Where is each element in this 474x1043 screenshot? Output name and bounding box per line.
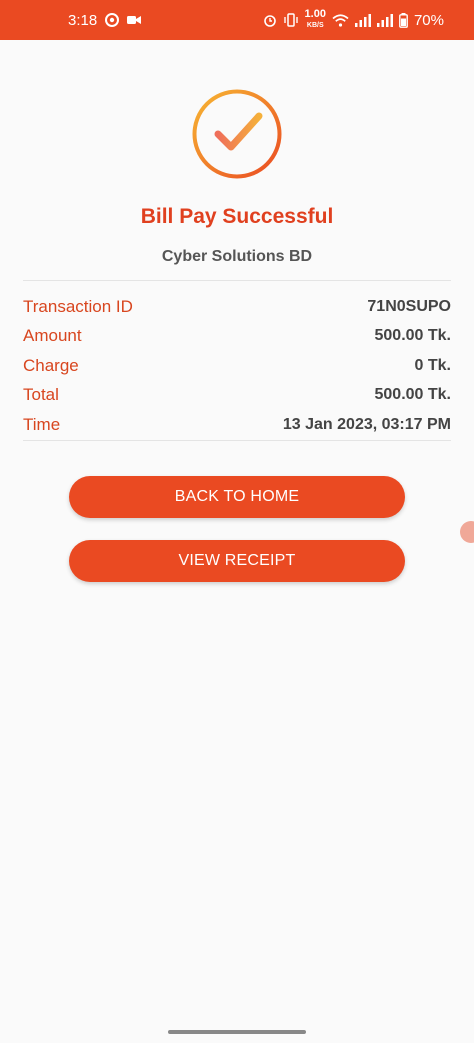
transaction-details: Transaction ID 71N0SUPO Amount 500.00 Tk… (23, 292, 451, 440)
detail-value: 71N0SUPO (367, 297, 451, 315)
view-receipt-button[interactable]: VIEW RECEIPT (69, 540, 405, 582)
divider (23, 280, 451, 281)
signal-icon (354, 13, 371, 27)
detail-row-charge: Charge 0 Tk. (23, 351, 451, 381)
page-title: Bill Pay Successful (140, 205, 334, 228)
wifi-icon (332, 13, 349, 27)
floating-edge-handle[interactable] (460, 521, 474, 543)
back-to-home-button[interactable]: BACK TO HOME (69, 476, 405, 518)
detail-value: 500.00 Tk. (374, 327, 452, 345)
detail-value: 13 Jan 2023, 03:17 PM (282, 415, 451, 433)
detail-label: Charge (23, 355, 79, 375)
detail-label: Amount (23, 326, 82, 346)
detail-row-amount: Amount 500.00 Tk. (23, 322, 451, 352)
divider (23, 440, 451, 441)
clock: 3:18 (68, 11, 98, 29)
detail-row-time: Time 13 Jan 2023, 03:17 PM (23, 410, 451, 440)
detail-value: 0 Tk. (414, 356, 451, 374)
detail-row-transaction-id: Transaction ID 71N0SUPO (23, 292, 451, 322)
vibrate-icon (283, 13, 299, 27)
video-icon (127, 14, 142, 26)
battery-icon (399, 12, 408, 28)
detail-label: Transaction ID (23, 296, 133, 316)
detail-row-total: Total 500.00 Tk. (23, 381, 451, 411)
network-speed: 1.00 KB/S (305, 9, 326, 31)
alarm-icon (263, 13, 277, 27)
status-bar: 3:18 1.00 KB/S 70% (0, 0, 474, 40)
detail-label: Total (23, 385, 59, 405)
detail-label: Time (23, 414, 61, 434)
merchant-name: Cyber Solutions BD (161, 248, 313, 265)
net-speed-value: 1.00 (304, 8, 326, 20)
chrome-icon (105, 13, 120, 27)
battery-percent: 70% (413, 11, 444, 29)
net-speed-unit: KB/S (306, 22, 324, 29)
gesture-nav-handle[interactable] (168, 1030, 306, 1034)
detail-value: 500.00 Tk. (374, 386, 452, 404)
check-circle-icon (191, 88, 283, 180)
signal-icon (376, 13, 393, 27)
